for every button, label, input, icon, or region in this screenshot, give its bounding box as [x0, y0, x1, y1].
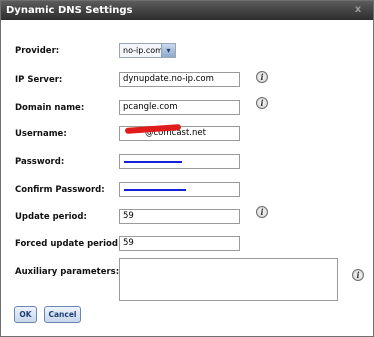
username-row: Username: @comcast.net — [1, 125, 373, 145]
password-label: Password: — [15, 157, 65, 167]
update-period-field[interactable]: 59 — [119, 209, 240, 224]
ip-server-label: IP Server: — [15, 75, 63, 85]
info-icon[interactable]: i — [256, 97, 268, 109]
chevron-down-icon[interactable]: ▾ — [161, 44, 175, 57]
ok-button[interactable]: OK — [14, 306, 37, 323]
info-icon[interactable]: i — [352, 269, 364, 281]
domain-name-row: Domain name: pcangle.com i — [1, 97, 373, 119]
dialog-title: Dynamic DNS Settings — [6, 5, 133, 16]
ip-server-field[interactable]: dynupdate.no-ip.com — [119, 72, 240, 87]
update-period-label: Update period: — [15, 212, 87, 222]
password-row: Password: — [1, 153, 373, 173]
provider-selected-value: no-ip.com — [123, 46, 163, 55]
forced-update-period-field[interactable]: 59 — [119, 236, 240, 251]
confirm-password-label: Confirm Password: — [15, 185, 105, 195]
info-icon[interactable]: i — [256, 206, 268, 218]
provider-label: Provider: — [15, 46, 60, 56]
forced-update-period-label: Forced update period: — [15, 239, 122, 249]
auxiliary-parameters-textarea[interactable] — [119, 258, 338, 301]
confirm-password-field[interactable] — [119, 182, 240, 197]
username-label: Username: — [15, 129, 67, 139]
update-period-row: Update period: 59 i — [1, 206, 373, 228]
domain-name-label: Domain name: — [15, 103, 85, 113]
dynamic-dns-dialog: Dynamic DNS Settings x Provider: no-ip.c… — [0, 0, 374, 337]
domain-name-field[interactable]: pcangle.com — [119, 100, 240, 115]
dialog-titlebar: Dynamic DNS Settings x — [1, 1, 373, 20]
forced-update-period-row: Forced update period: 59 — [1, 235, 373, 255]
info-icon[interactable]: i — [256, 71, 268, 83]
password-mask — [124, 161, 182, 163]
close-icon[interactable]: x — [351, 3, 365, 17]
confirm-password-mask — [124, 189, 186, 191]
password-field[interactable] — [119, 154, 240, 169]
ip-server-row: IP Server: dynupdate.no-ip.com i — [1, 71, 373, 91]
provider-select[interactable]: no-ip.com ▾ — [119, 43, 176, 58]
cancel-button[interactable]: Cancel — [44, 306, 81, 323]
confirm-password-row: Confirm Password: — [1, 181, 373, 201]
auxiliary-parameters-label: Auxiliary parameters: — [15, 267, 120, 277]
provider-row: Provider: no-ip.com ▾ — [1, 42, 373, 62]
